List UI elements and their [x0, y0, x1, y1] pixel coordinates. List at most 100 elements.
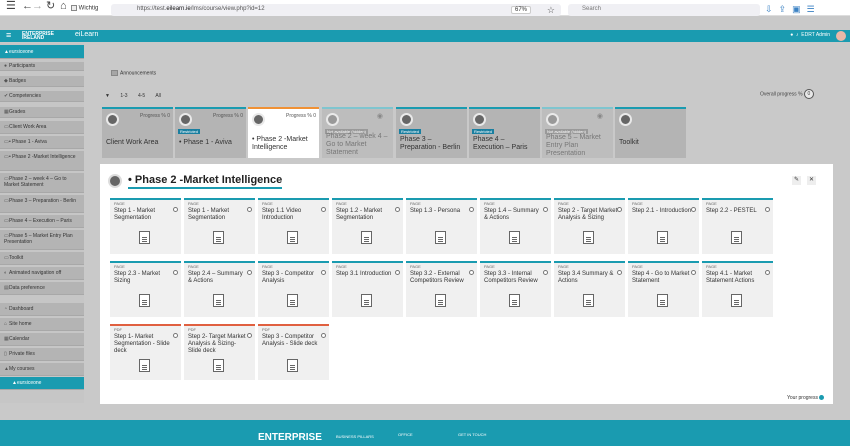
- page-icon: [731, 231, 742, 244]
- app-name[interactable]: eiLearn: [75, 31, 98, 38]
- help-icon[interactable]: [819, 395, 825, 401]
- hamburger-menu-icon[interactable]: ≡: [6, 31, 11, 40]
- url-prefix: https://test.: [137, 6, 167, 12]
- sidebar-item-dashboard[interactable]: ◔ Dashboard: [0, 303, 84, 316]
- search-placeholder: Search: [582, 6, 602, 12]
- bookmark-star-icon[interactable]: ☆: [547, 5, 555, 16]
- section-title: • Phase 2 -Market Intelligence: [252, 136, 308, 151]
- page-icon: [509, 231, 520, 244]
- user-name: EDRT Admin: [801, 32, 830, 38]
- toolbar-icons[interactable]: ⇩⇪▣☰: [765, 4, 821, 15]
- announcements-link[interactable]: Announcements: [111, 70, 156, 76]
- filter-all[interactable]: All: [155, 93, 161, 99]
- sidebar-item-phase-4[interactable]: ▭Phase 4 – Execution – Paris: [0, 215, 84, 228]
- section-progress: Progress % 0: [285, 113, 316, 119]
- section-tile-phase-1[interactable]: Progress % 0 Restricted • Phase 1 - Aviv…: [175, 107, 246, 158]
- sidebar-item-current-course[interactable]: ▲eursiceone: [0, 377, 84, 390]
- url-bar[interactable]: https://test.eilearn.ie/lms/course/view.…: [111, 4, 561, 16]
- sidebar-item-competencies[interactable]: ✔Competencies: [0, 91, 84, 102]
- activity-step-1-2-market-segmentation[interactable]: PAGE Step 1.2 - Market Segmentation: [332, 198, 403, 254]
- activity-step-2-2-pestel[interactable]: PAGE Step 2.2 - PESTEL: [702, 198, 773, 254]
- globe-icon: [252, 113, 265, 126]
- globe-icon: [546, 113, 559, 126]
- activity-step-2-1-introduction[interactable]: PAGE Step 2.1 - Introduction: [628, 198, 699, 254]
- section-tile-phase-2[interactable]: Progress % 0 • Phase 2 -Market Intellige…: [248, 107, 319, 158]
- sidebar-item-participants[interactable]: ● Participants: [0, 62, 84, 71]
- chat-icon[interactable]: ●: [790, 32, 793, 38]
- url-path: /lms/course/view.php?id=12: [190, 6, 265, 12]
- footer-business-pillars: BUSINESS PILLARS: [336, 434, 374, 439]
- browser-tab[interactable]: Wichtig: [71, 5, 98, 12]
- zoom-level[interactable]: 67%: [510, 6, 531, 14]
- sidebar-item-phase-2[interactable]: ▭• Phase 2 -Market Intelligence: [0, 151, 84, 171]
- sidebar-item-private-files[interactable]: ▯ Private files: [0, 348, 84, 361]
- page-icon: [361, 231, 372, 244]
- sidebar-item-animated-navigation[interactable]: ◐ Animated navigation off: [0, 267, 84, 280]
- activity-step-1-market-segmentation[interactable]: PAGE Step 1 - Market Segmentation: [110, 198, 181, 254]
- activity-step-3-slide-deck[interactable]: PDF Step 3 - Competitor Analysis - Slide …: [258, 324, 329, 380]
- sidebar-item-site-home[interactable]: ⌂ Site home: [0, 318, 84, 331]
- sidebar-course[interactable]: ▲eursiceone: [0, 45, 84, 59]
- filter-4-5[interactable]: 4-5: [138, 93, 145, 99]
- section-tile-phase-3[interactable]: Restricted Phase 3 – Preparation - Berli…: [396, 107, 467, 158]
- sidebar-item-client-work-area[interactable]: ▭Client Work Area: [0, 121, 84, 134]
- forward-icon[interactable]: →: [32, 1, 43, 12]
- overall-progress-ring: 0: [803, 89, 814, 99]
- sidebar-item-phase-5[interactable]: ▭Phase 5 – Market Entry Plan Presentatio…: [0, 230, 84, 250]
- brand-logo[interactable]: ENTERPRISE IRELAND: [22, 32, 54, 41]
- activity-step-1-4-summary-actions[interactable]: PAGE Step 1.4 – Summary & Actions: [480, 198, 551, 254]
- activity-step-4-go-to-market[interactable]: PAGE Step 4 - Go to Market Statement: [628, 261, 699, 317]
- bell-icon[interactable]: ♪: [796, 32, 799, 38]
- url-host: eilearn.ie: [166, 6, 191, 12]
- user-menu[interactable]: ● ♪ EDRT Admin: [790, 32, 830, 38]
- activity-step-4-1-market-statement[interactable]: PAGE Step 4.1 - Market Statement Actions: [702, 261, 773, 317]
- activity-step-3-3-internal-competitors[interactable]: PAGE Step 3.3 - Internal Competitors Revi…: [480, 261, 551, 317]
- page-icon: [139, 231, 150, 244]
- activity-step-2-3-market-sizing[interactable]: PAGE Step 2.3 - Market Sizing: [110, 261, 181, 317]
- activity-step-3-4-summary-actions[interactable]: PAGE Step 3.4 Summary & Actions: [554, 261, 625, 317]
- activity-step-3-competitor-analysis[interactable]: PAGE Step 3 - Competitor Analysis: [258, 261, 329, 317]
- activity-step-2-target-market[interactable]: PAGE Step 2 - Target Market Analysis & Si…: [554, 198, 625, 254]
- pdf-icon: [213, 359, 224, 372]
- footer-get-in-touch: GET IN TOUCH: [458, 432, 487, 437]
- edit-pencil-icon[interactable]: ✎: [792, 176, 801, 185]
- sidebar-item-phase-1[interactable]: ▭• Phase 1 - Aviva: [0, 136, 84, 149]
- activity-step-1-3-persona[interactable]: PAGE Step 1.3 - Persona: [406, 198, 477, 254]
- page-icon: [657, 294, 668, 307]
- reload-icon[interactable]: ↻: [46, 1, 55, 12]
- sidebar-item-phase-3[interactable]: ▭Phase 3 – Preparation - Berlin: [0, 195, 84, 213]
- activity-step-1-market-segmentation-2[interactable]: PAGE Step 1 - Market Segmentation: [184, 198, 255, 254]
- page-icon: [435, 294, 446, 307]
- section-tile-phase-5[interactable]: ◉ Not available (hidden) Phase 5 – Marke…: [542, 107, 613, 158]
- activity-step-1-slide-deck[interactable]: PDF Step 1- Market Segmentation - Slide d…: [110, 324, 181, 380]
- page-footer: ENTERPRISE BUSINESS PILLARS OFFICE GET I…: [0, 420, 850, 446]
- avatar[interactable]: [836, 31, 846, 41]
- activity-step-3-2-external-competitors[interactable]: PAGE Step 3.2 - External Competitors Revi…: [406, 261, 477, 317]
- browser-search-input[interactable]: Search: [568, 4, 760, 16]
- sidebar-item-my-courses[interactable]: ▲My courses: [0, 363, 84, 376]
- section-tile-phase-4[interactable]: Restricted Phase 4 – Execution – Paris: [469, 107, 540, 158]
- activity-step-2-4-summary-actions[interactable]: PAGE Step 2.4 – Summary & Actions: [184, 261, 255, 317]
- tab-favicon: [71, 5, 77, 11]
- close-icon[interactable]: ✕: [807, 176, 816, 185]
- footer-office: OFFICE: [398, 432, 413, 437]
- page-icon: [213, 231, 224, 244]
- section-progress: Progress % 0: [212, 113, 243, 119]
- sidebar-item-grades[interactable]: ▦Grades: [0, 107, 84, 118]
- activity-step-1-1-video-introduction[interactable]: PAGE Step 1.1 Video Introduction: [258, 198, 329, 254]
- globe-icon: [179, 113, 192, 126]
- section-heading: • Phase 2 -Market Intelligence: [128, 174, 283, 189]
- sidebar-item-data-preference[interactable]: ▤Data preference: [0, 282, 84, 295]
- sidebar-item-phase-2-week-4[interactable]: ▭Phase 2 – week 4 – Go to Market Stateme…: [0, 173, 84, 193]
- home-icon[interactable]: ⌂: [60, 1, 67, 12]
- section-tile-client-work-area[interactable]: Progress % 0 Client Work Area: [102, 107, 173, 158]
- section-tile-toolkit[interactable]: Toolkit: [615, 107, 686, 158]
- filter-1-3[interactable]: 1-3: [120, 93, 127, 99]
- activity-step-3-1-introduction[interactable]: PAGE Step 3.1 Introduction: [332, 261, 403, 317]
- section-tile-phase-2-week-4[interactable]: ◉ Not available (hidden) Phase 2 – week …: [322, 107, 393, 158]
- sidebar-item-badges[interactable]: ◆Badges: [0, 76, 84, 87]
- sidebar-item-toolkit[interactable]: ▭Toolkit: [0, 252, 84, 265]
- activity-step-2-slide-deck[interactable]: PDF Step 2- Target Market Analysis & Sizi…: [184, 324, 255, 380]
- sidebar-item-calendar[interactable]: ▦Calendar: [0, 333, 84, 346]
- menu-icon[interactable]: ☰: [6, 1, 16, 12]
